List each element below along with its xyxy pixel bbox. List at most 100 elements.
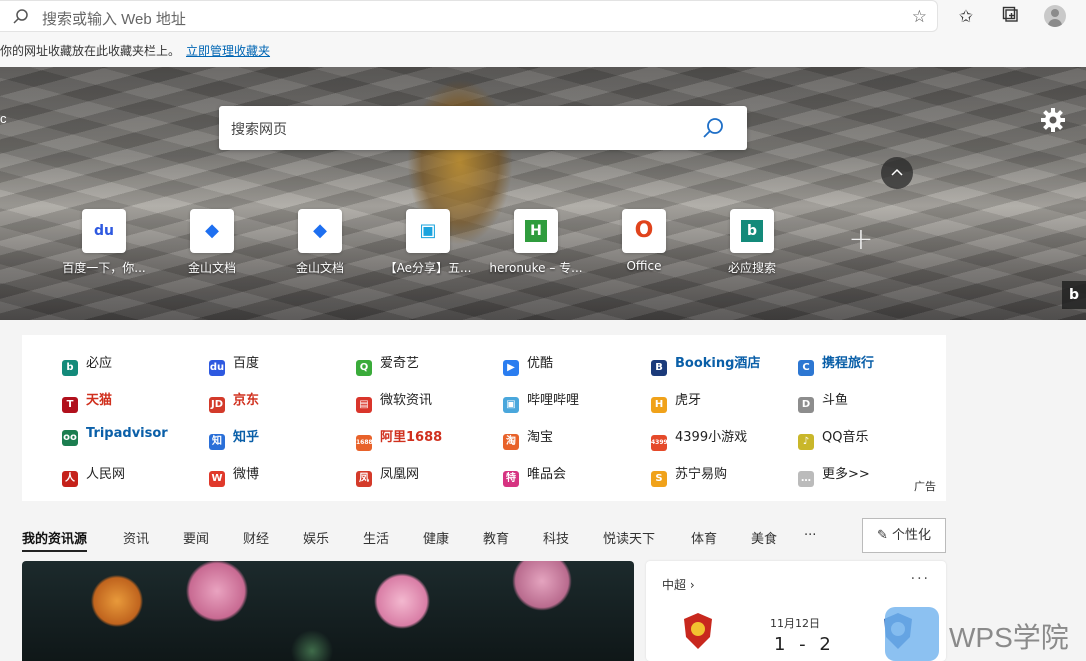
site-link-label: 携程旅行: [822, 356, 875, 371]
site-link[interactable]: du 百度: [209, 352, 259, 376]
tab-news[interactable]: 资讯: [123, 528, 149, 547]
bing-logo-icon[interactable]: b: [1062, 281, 1086, 309]
site-link[interactable]: S 苏宁易购: [651, 463, 727, 487]
site-link[interactable]: ▣ 哔哩哔哩: [503, 389, 580, 413]
site-link[interactable]: ▤ 微软资讯: [356, 389, 432, 413]
site-favicon-icon: ▤: [356, 397, 372, 413]
tab-sports[interactable]: 体育: [691, 528, 717, 547]
site-favicon-icon: 知: [209, 434, 225, 450]
office-icon: O: [622, 209, 666, 253]
site-link-label: 虎牙: [675, 393, 702, 408]
site-link[interactable]: Q 爱奇艺: [356, 352, 419, 376]
site-favicon-icon: H: [651, 397, 667, 413]
site-link[interactable]: B Booking酒店: [651, 352, 761, 376]
site-link-label: 必应: [86, 356, 113, 371]
collections-icon[interactable]: [1000, 6, 1022, 28]
site-link-label: 微博: [233, 467, 260, 482]
add-site-plus-icon[interactable]: +: [848, 225, 874, 255]
quick-link-tile[interactable]: ◆ 金山文档: [266, 209, 374, 276]
kdocs-icon: ◆: [190, 209, 234, 253]
add-favorite-star-icon[interactable]: ☆: [912, 7, 927, 27]
site-link-label: 京东: [233, 393, 260, 408]
site-favicon-icon: C: [798, 360, 814, 376]
site-link[interactable]: 人人民网: [62, 463, 125, 487]
site-favicon-icon: 4399: [651, 435, 668, 451]
site-link[interactable]: 特唯品会: [503, 463, 567, 487]
quick-link-tile[interactable]: du 百度一下，你...: [50, 209, 158, 276]
site-link[interactable]: C 携程旅行: [798, 352, 875, 376]
site-link[interactable]: T 天猫: [62, 389, 112, 413]
site-favicon-icon: ▣: [503, 397, 519, 413]
favorites-icon[interactable]: ✩: [955, 6, 977, 28]
site-link[interactable]: 知知乎: [209, 426, 260, 450]
profile-avatar-icon[interactable]: [1044, 5, 1066, 27]
site-link-label: 4399小游戏: [675, 430, 748, 445]
feed-tabs: 我的资讯源 资讯 要闻 财经 娱乐 生活 健康 教育 科技 悦读天下 体育 美食…: [22, 518, 946, 554]
site-favicon-icon: B: [651, 360, 667, 376]
site-link[interactable]: D 斗鱼: [798, 389, 848, 413]
tab-health[interactable]: 健康: [423, 528, 449, 547]
web-search-box[interactable]: 搜索网页: [219, 106, 747, 150]
bilibili-icon: ▣: [406, 209, 450, 253]
address-bar[interactable]: 搜索或输入 Web 地址 ☆: [0, 0, 938, 32]
tab-education[interactable]: 教育: [483, 528, 509, 547]
favorites-message: 你的网址收藏放在此收藏夹栏上。: [0, 44, 181, 58]
quick-link-tile[interactable]: ▣ 【Ae分享】五...: [374, 209, 482, 276]
site-link[interactable]: W 微博: [209, 463, 260, 487]
pencil-icon: ✎: [876, 528, 892, 543]
tile-label: 金山文档: [295, 261, 344, 275]
tab-entertainment[interactable]: 娱乐: [303, 528, 329, 547]
site-link[interactable]: ♪ QQ音乐: [798, 426, 868, 450]
quick-link-tile[interactable]: b 必应搜索: [698, 209, 806, 276]
league-link[interactable]: 中超 ›: [662, 576, 695, 593]
site-favicon-icon: T: [62, 397, 78, 413]
tab-my-feed[interactable]: 我的资讯源: [22, 528, 88, 552]
tab-technology[interactable]: 科技: [543, 528, 569, 547]
manage-favorites-link[interactable]: 立即管理收藏夹: [186, 42, 270, 59]
site-link-label: 知乎: [233, 430, 260, 445]
site-favicon-icon: JD: [209, 397, 225, 413]
site-favicon-icon: ▶: [503, 360, 519, 376]
site-link-label: Tripadvisor: [86, 426, 168, 441]
site-link[interactable]: 1688 阿里1688: [356, 426, 442, 451]
match-score: 1 - 2: [774, 634, 835, 655]
tile-label: heronuke – 专...: [489, 261, 583, 275]
ad-label: 广告: [914, 480, 936, 493]
personalize-button[interactable]: ✎ 个性化: [862, 518, 946, 553]
hero-background: c 搜索网页 du 百度一下，你... ◆ 金山文档 ◆ 金山文档 ▣ 【Ae分…: [0, 67, 1086, 320]
quick-link-tile[interactable]: ◆ 金山文档: [158, 209, 266, 276]
more-tabs-button[interactable]: ···: [804, 528, 816, 543]
tab-finance[interactable]: 财经: [243, 528, 269, 547]
quick-link-tile[interactable]: H heronuke – 专...: [482, 209, 590, 276]
search-placeholder: 搜索网页: [231, 122, 287, 138]
personalize-label: 个性化: [892, 528, 932, 543]
promoted-links-panel: b 必应 du 百度 Q 爱奇艺 ▶ 优酷 B Booking酒店 C 携程旅行 T 天猫 JD 京东 ▤ 微软资…: [22, 335, 946, 501]
collapse-button[interactable]: [881, 157, 913, 189]
site-link[interactable]: 4399 4399小游戏: [651, 426, 748, 451]
gear-icon[interactable]: [1040, 107, 1066, 133]
tab-food[interactable]: 美食: [751, 528, 777, 547]
tab-reading[interactable]: 悦读天下: [603, 528, 655, 547]
search-icon[interactable]: [701, 116, 725, 140]
site-link-label: 唯品会: [527, 467, 567, 482]
site-link[interactable]: 凤凤凰网: [356, 463, 419, 487]
site-link[interactable]: JD 京东: [209, 389, 260, 413]
site-link-label: 哔哩哔哩: [527, 393, 580, 408]
site-link[interactable]: b 必应: [62, 352, 113, 376]
site-link[interactable]: … 更多>>: [798, 463, 870, 487]
site-favicon-icon: 人: [62, 471, 78, 487]
tab-headlines[interactable]: 要闻: [183, 528, 209, 547]
site-link[interactable]: ▶ 优酷: [503, 352, 553, 376]
site-link[interactable]: H 虎牙: [651, 389, 702, 413]
site-link-label: Booking酒店: [675, 356, 761, 371]
quick-link-tile[interactable]: O Office: [590, 209, 698, 273]
site-link[interactable]: 淘淘宝: [503, 426, 554, 450]
site-favicon-icon: ♪: [798, 434, 814, 450]
site-link[interactable]: oo Tripadvisor: [62, 426, 168, 446]
news-card-image[interactable]: [22, 561, 634, 661]
chevron-up-icon: [891, 168, 903, 176]
site-link-label: 淘宝: [527, 430, 554, 445]
tab-lifestyle[interactable]: 生活: [363, 528, 389, 547]
site-favicon-icon: Q: [356, 360, 372, 376]
more-options-icon[interactable]: ···: [911, 571, 930, 587]
